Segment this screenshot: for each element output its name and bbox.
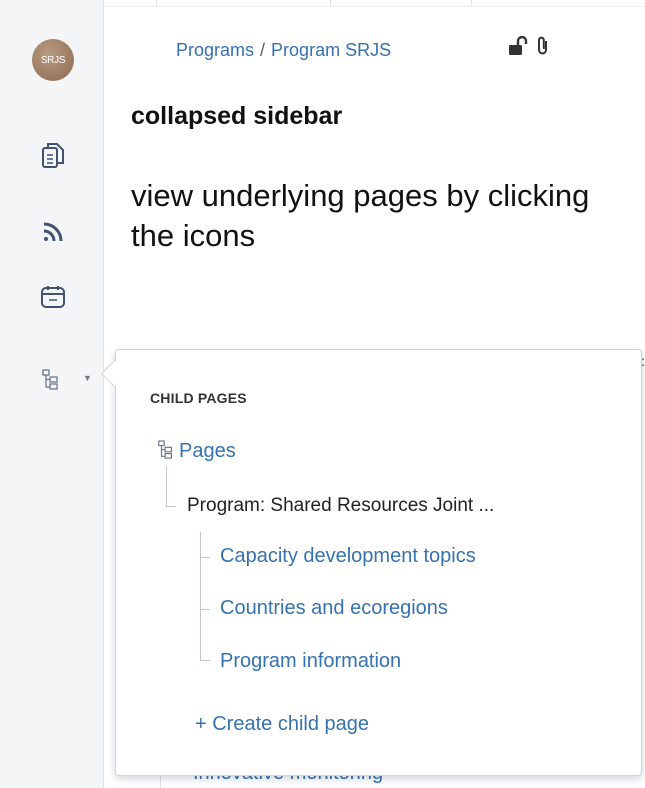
child-page-item[interactable]: Capacity development topics [220,545,476,568]
top-rule [104,0,645,7]
tree-connector [200,609,210,610]
space-avatar[interactable]: SRJS [32,39,74,81]
create-child-page-link[interactable]: + Create child page [195,713,369,736]
breadcrumb: Programs / Program SRJS [176,40,391,61]
unlock-icon[interactable] [508,35,528,61]
child-page-item[interactable]: Countries and ecoregions [220,597,448,620]
page-tree-icon[interactable] [36,365,66,395]
tree-connector [200,532,201,660]
top-divider [330,0,331,6]
pages-icon[interactable] [38,140,68,170]
collapsed-sidebar: SRJS ▼ [0,0,104,788]
pages-root-label[interactable]: Pages [179,440,236,462]
top-divider [156,0,157,6]
page-title: collapsed sidebar [131,102,343,130]
attachment-icon[interactable] [536,35,550,62]
chevron-down-icon[interactable]: ▼ [83,373,92,383]
page-tree-icon [157,440,175,466]
pages-root-item[interactable]: Pages [157,440,236,466]
calendar-icon[interactable] [38,282,68,312]
popup-heading: CHILD PAGES [150,390,247,406]
top-divider [471,0,472,6]
tree-connector [166,466,167,506]
breadcrumb-separator: / [260,40,266,60]
breadcrumb-item[interactable]: Program SRJS [271,40,391,60]
page-body-text: view underlying pages by clicking the ic… [131,178,590,253]
tree-connector [200,660,210,661]
parent-page-item[interactable]: Program: Shared Resources Joint ... [187,495,494,517]
avatar-initials: SRJS [40,54,66,66]
page-status-icons [508,35,550,62]
breadcrumb-item[interactable]: Programs [176,40,254,60]
rss-feed-icon[interactable] [38,217,68,247]
child-page-item[interactable]: Program information [220,650,401,673]
tree-connector [166,506,176,507]
tree-connector [200,557,210,558]
